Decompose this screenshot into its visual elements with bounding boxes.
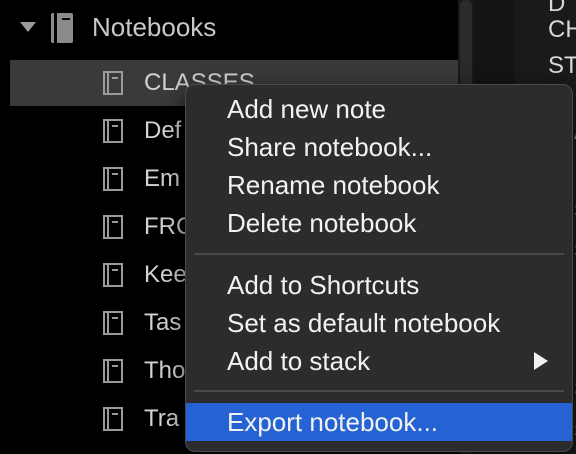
note-list-fragment: ST [548,52,576,79]
notebook-icon [103,71,123,95]
notebooks-section-header[interactable]: Notebooks [0,0,458,58]
notebook-label: Kee [144,261,187,288]
notebook-label: Tra [144,405,180,432]
menu-separator [194,253,564,255]
notebook-label: Tho [144,357,186,384]
menu-item-label: Export notebook... [227,407,439,437]
notebook-label: Tas [144,309,182,336]
notebook-icon [103,311,123,335]
notebook-icon [103,167,123,191]
note-list-fragment: CH [548,16,576,43]
menu-item-export-notebook[interactable]: Export notebook... [186,403,572,441]
disclosure-triangle-icon[interactable] [20,22,36,32]
notebook-icon [103,119,123,143]
notebooks-icon [51,13,73,43]
menu-item-add-new-note[interactable]: Add new note [186,90,572,128]
submenu-arrow-icon [534,352,548,370]
menu-item-label: Set as default notebook [227,308,501,338]
menu-item-label: Share notebook... [227,132,433,162]
notebook-icon [103,215,123,239]
section-title: Notebooks [92,12,217,42]
menu-item-add-to-shortcuts[interactable]: Add to Shortcuts [186,266,572,304]
notebook-icon [103,407,123,431]
menu-item-label: Add to Shortcuts [227,270,420,300]
menu-item-label: Add to stack [227,346,371,376]
menu-separator [194,390,564,392]
notebook-icon [103,263,123,287]
menu-item-label: Rename notebook [227,170,440,200]
menu-item-add-to-stack[interactable]: Add to stack [186,342,572,380]
notebook-icon [103,359,123,383]
notebook-label: Def [144,117,182,144]
menu-item-label: Add new note [227,94,387,124]
menu-item-set-default-notebook[interactable]: Set as default notebook [186,304,572,342]
notebook-context-menu: Add new note Share notebook... Rename no… [185,84,573,452]
notebook-label: Em [144,165,180,192]
menu-item-delete-notebook[interactable]: Delete notebook [186,204,572,242]
menu-item-share-notebook[interactable]: Share notebook... [186,128,572,166]
menu-item-rename-notebook[interactable]: Rename notebook [186,166,572,204]
menu-item-label: Delete notebook [227,208,417,238]
